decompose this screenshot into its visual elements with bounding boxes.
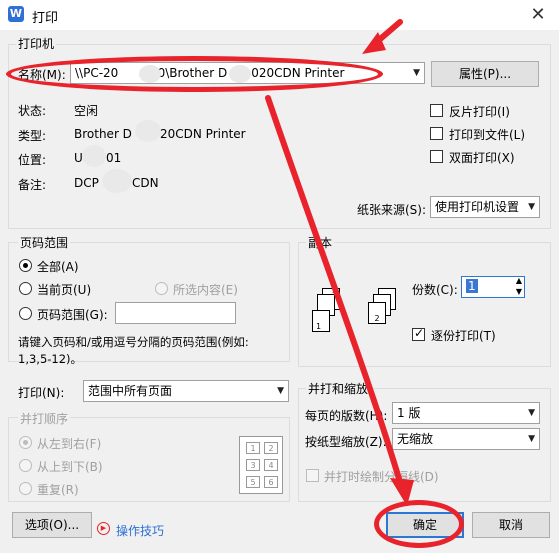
arrow-to-ok-head: [390, 478, 414, 506]
annotation-arrows: [265, 19, 414, 506]
arrow-to-ok-line: [265, 95, 406, 495]
